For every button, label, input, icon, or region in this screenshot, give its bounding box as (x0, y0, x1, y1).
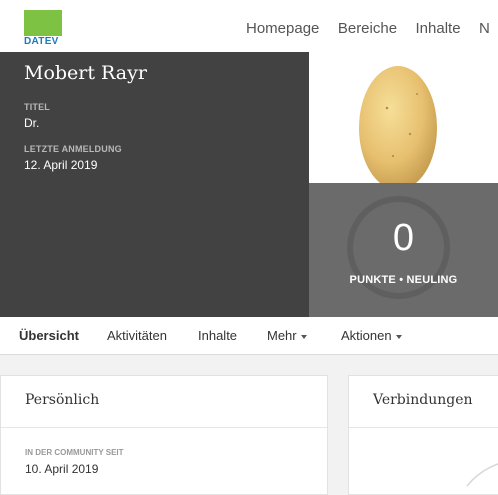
member-since-label: IN DER COMMUNITY SEIT (25, 448, 124, 457)
chevron-down-icon (300, 334, 307, 339)
last-login-label: LETZTE ANMELDUNG (24, 144, 122, 154)
tab-more[interactable]: Mehr (267, 317, 307, 355)
avatar[interactable] (309, 52, 498, 183)
nav-item-inhalte[interactable]: Inhalte (416, 0, 461, 57)
nav-item-bereiche[interactable]: Bereiche (338, 0, 397, 57)
personal-card-title: Persönlich (25, 392, 100, 408)
nav-item-more-truncated[interactable]: N (479, 0, 490, 57)
tab-more-label: Mehr (267, 328, 297, 343)
last-login-value: 12. April 2019 (24, 158, 98, 172)
tab-overview[interactable]: Übersicht (19, 317, 79, 355)
points-panel: 0 PUNKTE • NEULING (309, 183, 498, 317)
card-divider (1, 427, 327, 428)
connections-graphic (466, 463, 498, 487)
top-navigation-bar: DATEV Homepage Bereiche Inhalte N (0, 0, 498, 53)
tab-actions-label: Aktionen (341, 328, 392, 343)
chevron-down-icon (395, 334, 402, 339)
datev-logo[interactable]: DATEV (24, 10, 62, 48)
logo-green-block (24, 10, 62, 36)
title-label: TITEL (24, 102, 50, 112)
tab-activities[interactable]: Aktivitäten (107, 317, 167, 355)
main-navigation: Homepage Bereiche Inhalte N (232, 0, 490, 52)
member-since-value: 10. April 2019 (25, 462, 99, 476)
points-value: 0 (392, 217, 415, 259)
connections-card: Verbindungen (348, 375, 498, 495)
nav-item-homepage[interactable]: Homepage (246, 0, 319, 57)
points-label: PUNKTE • NEULING (349, 274, 458, 286)
profile-name: Mobert Rayr (24, 62, 147, 84)
personal-card: Persönlich IN DER COMMUNITY SEIT 10. Apr… (0, 375, 328, 495)
title-value: Dr. (24, 116, 40, 130)
tab-content[interactable]: Inhalte (198, 317, 237, 355)
logo-text: DATEV (24, 36, 59, 47)
profile-tabs: Übersicht Aktivitäten Inhalte Mehr Aktio… (0, 317, 498, 355)
profile-header: Mobert Rayr TITEL Dr. LETZTE ANMELDUNG 1… (0, 52, 309, 317)
tab-actions[interactable]: Aktionen (341, 317, 402, 355)
potato-avatar-icon (359, 66, 437, 183)
